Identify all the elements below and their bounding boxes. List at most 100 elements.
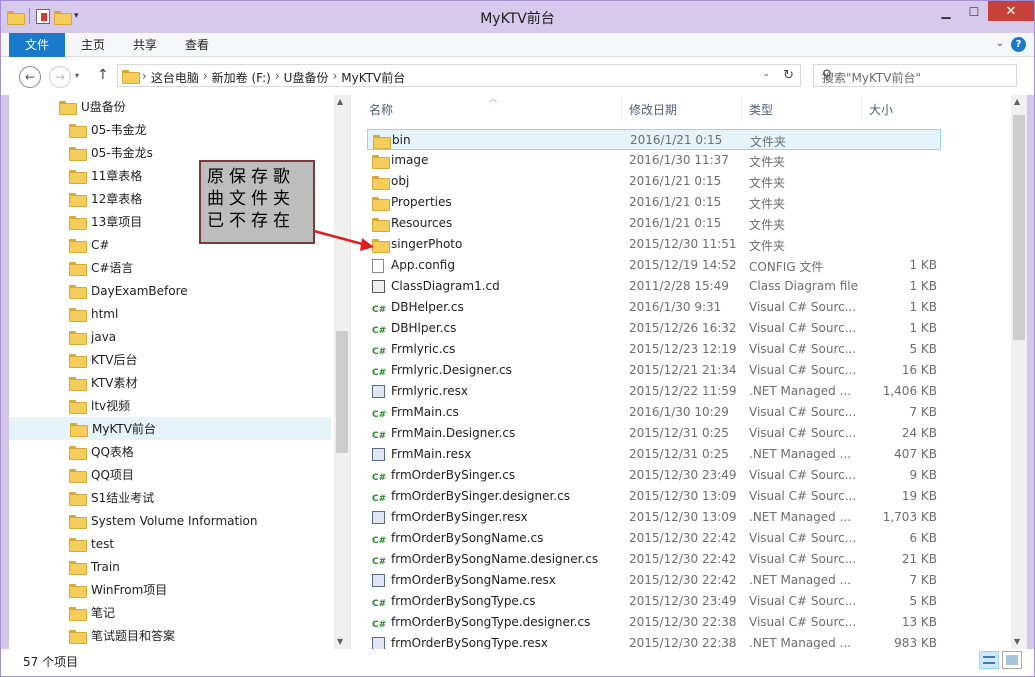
search-input[interactable]: 搜索"MyKTV前台" ⚲ — [813, 64, 1017, 87]
column-divider[interactable] — [741, 97, 742, 121]
file-row[interactable]: C# frmOrderBySongName.designer.cs 2015/12/… — [367, 549, 941, 570]
tree-item[interactable]: KTV素材 — [9, 371, 331, 394]
file-row[interactable]: frmOrderBySinger.resx 2015/12/30 13:09 .NE… — [367, 507, 941, 528]
file-row[interactable]: C# Frmlyric.Designer.cs 2015/12/21 21:34 Vi… — [367, 360, 941, 381]
tree-item[interactable]: WinFrom项目 — [9, 578, 331, 601]
back-icon[interactable]: ← — [19, 66, 41, 88]
maximize-icon[interactable]: ☐ — [960, 1, 988, 23]
tree-item[interactable]: 05-韦金龙 — [9, 118, 331, 141]
minimize-icon[interactable]: ▁ — [932, 1, 960, 23]
file-row[interactable]: C# FrmMain.Designer.cs 2015/12/31 0:25 Visu… — [367, 423, 941, 444]
file-row[interactable]: singerPhoto 2015/12/30 11:51 文件夹 — [367, 234, 941, 255]
tree-item[interactable]: MyKTV前台 — [9, 417, 331, 440]
breadcrumb-drive[interactable]: 新加卷 (F:) — [212, 69, 271, 86]
breadcrumb-separator[interactable]: › — [142, 69, 147, 86]
tab-home[interactable]: 主页 — [81, 33, 105, 57]
file-row[interactable]: C# FrmMain.cs 2016/1/30 10:29 Visual C# Sou… — [367, 402, 941, 423]
tree-item[interactable]: java — [9, 325, 331, 348]
column-divider[interactable] — [621, 97, 622, 121]
tree-item[interactable]: C#语言 — [9, 256, 331, 279]
file-name: FrmMain.Designer.cs — [391, 426, 516, 440]
address-dropdown-icon[interactable]: ⌄ — [762, 69, 770, 79]
scroll-up-icon[interactable]: ▲ — [337, 97, 343, 106]
large-icons-view-button[interactable] — [1002, 651, 1022, 669]
file-date: 2015/12/31 0:25 — [629, 426, 729, 440]
file-row[interactable]: image 2016/1/30 11:37 文件夹 — [367, 150, 941, 171]
resx-file-icon — [372, 385, 385, 401]
file-name: frmOrderBySongType.designer.cs — [391, 615, 591, 629]
file-scrollbar[interactable]: ▲ ▼ — [1011, 95, 1027, 649]
tree-item[interactable]: S1结业考试 — [9, 486, 331, 509]
tree-item[interactable]: DayExamBefore — [9, 279, 331, 302]
breadcrumb-separator[interactable]: › — [275, 69, 280, 86]
folder-icon — [69, 468, 87, 483]
file-row[interactable]: C# frmOrderBySinger.cs 2015/12/30 23:49 Vis… — [367, 465, 941, 486]
close-icon[interactable]: ✕ — [988, 1, 1034, 21]
breadcrumb-separator[interactable]: › — [332, 69, 337, 86]
scroll-down-icon[interactable]: ▼ — [1014, 637, 1020, 646]
breadcrumb-current[interactable]: MyKTV前台 — [341, 69, 405, 86]
title-bar: ▾ MyKTV前台 ▁ ☐ ✕ — [1, 1, 1034, 33]
file-row[interactable]: Frmlyric.resx 2015/12/22 11:59 .NET Manage… — [367, 381, 941, 402]
file-row[interactable]: C# DBHlper.cs 2015/12/26 16:32 Visual C# So… — [367, 318, 941, 339]
column-header-date[interactable]: 修改日期 — [629, 101, 677, 119]
tree-item[interactable]: test — [9, 532, 331, 555]
tree-item[interactable]: html — [9, 302, 331, 325]
breadcrumb-separator[interactable]: › — [203, 69, 208, 86]
file-type: 文件夹 — [749, 176, 786, 190]
details-view-button[interactable] — [979, 651, 999, 669]
file-row[interactable]: C# Frmlyric.cs 2015/12/23 12:19 Visual C# S… — [367, 339, 941, 360]
scroll-down-icon[interactable]: ▼ — [337, 637, 343, 646]
file-row[interactable]: C# frmOrderBySongName.cs 2015/12/30 22:42 V… — [367, 528, 941, 549]
resx-file-icon — [372, 574, 385, 590]
file-type: Visual C# Sourc... — [749, 426, 857, 440]
file-row[interactable]: ClassDiagram1.cd 2011/2/28 15:49 Class Dia… — [367, 276, 941, 297]
address-bar[interactable]: › 这台电脑 › 新加卷 (F:) › U盘备份 › MyKTV前台 ⌄ ↻ — [117, 64, 801, 87]
tree-item[interactable]: QQ项目 — [9, 463, 331, 486]
file-row[interactable]: frmOrderBySongType.resx 2015/12/30 22:38.… — [367, 633, 941, 649]
tree-item[interactable]: 笔试题目和答案 — [9, 624, 331, 647]
help-icon[interactable]: ? — [1011, 37, 1026, 52]
file-row[interactable]: C# frmOrderBySongType.cs 2015/12/30 23:49 V… — [367, 591, 941, 612]
file-row[interactable]: App.config 2015/12/19 14:52 CONFIG 文件 1 KB — [367, 255, 941, 276]
scrollbar-thumb[interactable] — [1013, 115, 1025, 340]
up-icon[interactable]: ↑ — [97, 67, 109, 83]
scrollbar-thumb[interactable] — [336, 331, 348, 453]
file-row[interactable]: frmOrderBySongName.resx 2015/12/30 22:42.… — [367, 570, 941, 591]
file-row[interactable]: C# DBHelper.cs 2016/1/30 9:31 Visual C# Sou… — [367, 297, 941, 318]
tab-share[interactable]: 共享 — [133, 33, 157, 57]
column-divider[interactable] — [861, 97, 862, 121]
tree-item[interactable]: KTV后台 — [9, 348, 331, 371]
column-header-type[interactable]: 类型 — [749, 101, 773, 119]
tree-item[interactable]: Train — [9, 555, 331, 578]
file-row[interactable]: obj 2016/1/21 0:15 文件夹 — [367, 171, 941, 192]
refresh-icon[interactable]: ↻ — [783, 68, 794, 83]
folder-icon — [69, 238, 87, 253]
tree-item[interactable]: 笔记 — [9, 601, 331, 624]
nav-scrollbar[interactable]: ▲ ▼ — [334, 95, 350, 649]
tab-view[interactable]: 查看 — [185, 33, 209, 57]
scroll-up-icon[interactable]: ▲ — [1014, 97, 1020, 106]
file-row[interactable]: bin 2016/1/21 0:15 文件夹 — [367, 129, 941, 150]
tree-item[interactable]: ltv视频 — [9, 394, 331, 417]
folder-icon — [69, 376, 87, 391]
column-header-size[interactable]: 大小 — [869, 101, 893, 119]
file-row[interactable]: C# frmOrderBySongType.designer.cs 2015/12/… — [367, 612, 941, 633]
tree-item-label: C# — [91, 237, 110, 252]
search-icon[interactable]: ⚲ — [822, 68, 1010, 83]
breadcrumb-this-pc[interactable]: 这台电脑 — [151, 69, 199, 86]
file-row[interactable]: Properties 2016/1/21 0:15 文件夹 — [367, 192, 941, 213]
tab-file[interactable]: 文件 — [9, 33, 65, 57]
forward-icon[interactable]: → — [49, 66, 71, 88]
tree-item-parent[interactable]: U盘备份 — [9, 95, 331, 118]
file-row[interactable]: FrmMain.resx 2015/12/31 0:25 .NET Managed … — [367, 444, 941, 465]
file-row[interactable]: C# frmOrderBySinger.designer.cs 2015/12/30… — [367, 486, 941, 507]
column-header-name[interactable]: 名称 — [369, 101, 393, 119]
tree-item[interactable]: System Volume Information — [9, 509, 331, 532]
tree-item[interactable]: QQ表格 — [9, 440, 331, 463]
recent-locations-icon[interactable]: ▾ — [75, 71, 79, 80]
chevron-down-icon[interactable]: ⌄ — [996, 38, 1004, 49]
file-type: Visual C# Sourc... — [749, 552, 857, 566]
file-row[interactable]: Resources 2016/1/21 0:15 文件夹 — [367, 213, 941, 234]
breadcrumb-u-backup[interactable]: U盘备份 — [284, 69, 329, 86]
